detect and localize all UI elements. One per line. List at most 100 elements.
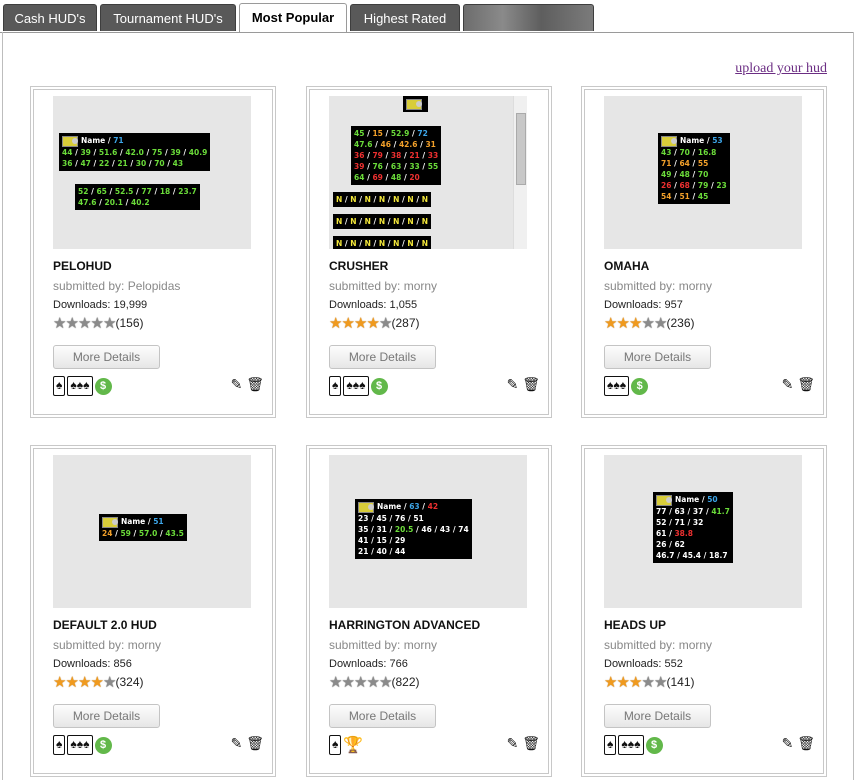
more-details-button[interactable]: More Details	[53, 345, 160, 369]
card-actions: ✎ 🗑	[507, 376, 540, 393]
star-icon[interactable]: ★	[78, 316, 91, 332]
star-icon[interactable]: ★	[617, 675, 630, 691]
star-icon[interactable]: ★	[53, 316, 66, 332]
star-icon[interactable]: ★	[629, 316, 642, 332]
star-icon[interactable]: ★	[66, 675, 79, 691]
scrollbar-thumb[interactable]	[516, 113, 526, 185]
card-actions: ✎ 🗑	[231, 376, 264, 393]
submitted-by: submitted by: Pelopidas	[53, 279, 181, 293]
hud-type-icons: ♠ ♠♠♠ $	[604, 735, 663, 757]
star-icon[interactable]: ★	[91, 316, 104, 332]
trash-icon[interactable]: 🗑	[797, 376, 815, 392]
edit-icon[interactable]: ✎	[231, 735, 243, 751]
tab-cash-huds[interactable]: Cash HUD's	[3, 4, 97, 31]
submitted-by: submitted by: morny	[604, 279, 713, 293]
hud-preview-panel: 52 / 65 / 52.5 / 77 / 18 / 23.7 47.6 / 20…	[75, 184, 200, 210]
hud-preview-thumbnail[interactable]: Name / 71 44 / 39 / 51.6 / 42.0 / 75 / 39…	[53, 96, 251, 249]
card-actions: ✎ 🗑	[782, 735, 815, 752]
hud-title[interactable]: CRUSHER	[329, 259, 388, 273]
star-icon[interactable]: ★	[103, 675, 116, 691]
hud-title[interactable]: PELOHUD	[53, 259, 112, 273]
star-icon[interactable]: ★	[78, 675, 91, 691]
submitted-by: submitted by: morny	[329, 279, 438, 293]
trash-icon[interactable]: 🗑	[246, 735, 264, 751]
hud-preview-thumbnail[interactable]: Name / 50 77 / 63 / 37 / 41.7 52 / 71 / 32…	[604, 455, 802, 608]
star-icon[interactable]: ★	[642, 316, 655, 332]
star-icon[interactable]: ★	[103, 316, 116, 332]
star-icon[interactable]: ★	[342, 316, 355, 332]
hud-title[interactable]: OMAHA	[604, 259, 649, 273]
star-icon[interactable]: ★	[629, 675, 642, 691]
trash-icon[interactable]: 🗑	[797, 735, 815, 751]
hud-preview-thumbnail[interactable]: 45 / 15 / 52.9 / 72 47.6 / 46 / 42.6 / 31…	[329, 96, 527, 249]
hud-title[interactable]: HARRINGTON ADVANCED	[329, 618, 480, 632]
hud-title[interactable]: HEADS UP	[604, 618, 666, 632]
single-card-icon: ♠	[329, 376, 342, 396]
hud-logo-icon	[102, 516, 118, 528]
star-icon[interactable]: ★	[367, 316, 380, 332]
star-rating[interactable]: ★★★★★(287)	[329, 315, 420, 332]
trash-icon[interactable]: 🗑	[522, 376, 540, 392]
star-icon[interactable]: ★	[53, 675, 66, 691]
star-rating[interactable]: ★★★★★(822)	[329, 674, 420, 691]
star-icon[interactable]: ★	[329, 675, 342, 691]
hud-type-icons: ♠ ♠♠♠ $	[53, 735, 112, 757]
more-details-button[interactable]: More Details	[329, 345, 436, 369]
hud-title[interactable]: DEFAULT 2.0 HUD	[53, 618, 157, 632]
star-icon[interactable]: ★	[66, 316, 79, 332]
trash-icon[interactable]: 🗑	[522, 735, 540, 751]
more-details-button[interactable]: More Details	[329, 704, 436, 728]
hud-preview-thumbnail[interactable]: Name / 51 24 / 59 / 57.0 / 43.5	[53, 455, 251, 608]
star-icon[interactable]: ★	[604, 316, 617, 332]
edit-icon[interactable]: ✎	[507, 735, 519, 751]
more-details-button[interactable]: More Details	[604, 704, 711, 728]
edit-icon[interactable]: ✎	[231, 376, 243, 392]
star-icon[interactable]: ★	[329, 316, 342, 332]
submitted-by: submitted by: morny	[604, 638, 713, 652]
hud-type-icons: ♠♠♠ $	[604, 376, 649, 398]
hud-preview-thumbnail[interactable]: Name / 53 43 / 70 / 16.8 71 / 64 / 55 49 / …	[604, 96, 802, 249]
dollar-icon: $	[370, 377, 388, 395]
star-icon[interactable]: ★	[617, 316, 630, 332]
rating-count: (822)	[391, 675, 420, 689]
star-icon[interactable]: ★	[654, 675, 667, 691]
rating-count: (236)	[666, 316, 695, 330]
star-icon[interactable]: ★	[354, 316, 367, 332]
scrollbar[interactable]	[513, 96, 527, 249]
more-details-button[interactable]: More Details	[53, 704, 160, 728]
upload-hud-link[interactable]: upload your hud	[735, 61, 827, 77]
rating-count: (156)	[115, 316, 144, 330]
edit-icon[interactable]: ✎	[782, 735, 794, 751]
download-count: Downloads: 856	[53, 658, 132, 670]
hud-preview-thumbnail[interactable]: Name / 63 / 42 23 / 45 / 76 / 51 35 / 31 /…	[329, 455, 527, 608]
multi-card-icon: ♠♠♠	[67, 376, 93, 396]
edit-icon[interactable]: ✎	[507, 376, 519, 392]
hud-preview-panel: Name / 63 / 42 23 / 45 / 76 / 51 35 / 31 /…	[355, 499, 472, 559]
star-icon[interactable]: ★	[379, 316, 392, 332]
star-icon[interactable]: ★	[342, 675, 355, 691]
star-icon[interactable]: ★	[367, 675, 380, 691]
star-rating[interactable]: ★★★★★(324)	[53, 674, 144, 691]
hud-type-icons: ♠ ♠♠♠ $	[329, 376, 388, 398]
tab-highest-rated[interactable]: Highest Rated	[350, 4, 460, 31]
hud-type-icons: ♠ ♠♠♠ $	[53, 376, 112, 398]
star-icon[interactable]: ★	[654, 316, 667, 332]
star-icon[interactable]: ★	[91, 675, 104, 691]
submitted-by: submitted by: morny	[53, 638, 162, 652]
edit-icon[interactable]: ✎	[782, 376, 794, 392]
tab-most-popular[interactable]: Most Popular	[239, 3, 347, 32]
hud-preview-panel: 45 / 15 / 52.9 / 72 47.6 / 46 / 42.6 / 31…	[351, 126, 442, 185]
star-rating[interactable]: ★★★★★(156)	[53, 315, 144, 332]
more-details-button[interactable]: More Details	[604, 345, 711, 369]
download-count: Downloads: 19,999	[53, 299, 148, 311]
tab-tournament-huds[interactable]: Tournament HUD's	[100, 4, 236, 31]
tab-redacted[interactable]	[463, 4, 594, 31]
star-icon[interactable]: ★	[604, 675, 617, 691]
submitted-by: submitted by: morny	[329, 638, 438, 652]
star-rating[interactable]: ★★★★★(141)	[604, 674, 695, 691]
trash-icon[interactable]: 🗑	[246, 376, 264, 392]
star-icon[interactable]: ★	[642, 675, 655, 691]
star-icon[interactable]: ★	[379, 675, 392, 691]
star-rating[interactable]: ★★★★★(236)	[604, 315, 695, 332]
star-icon[interactable]: ★	[354, 675, 367, 691]
